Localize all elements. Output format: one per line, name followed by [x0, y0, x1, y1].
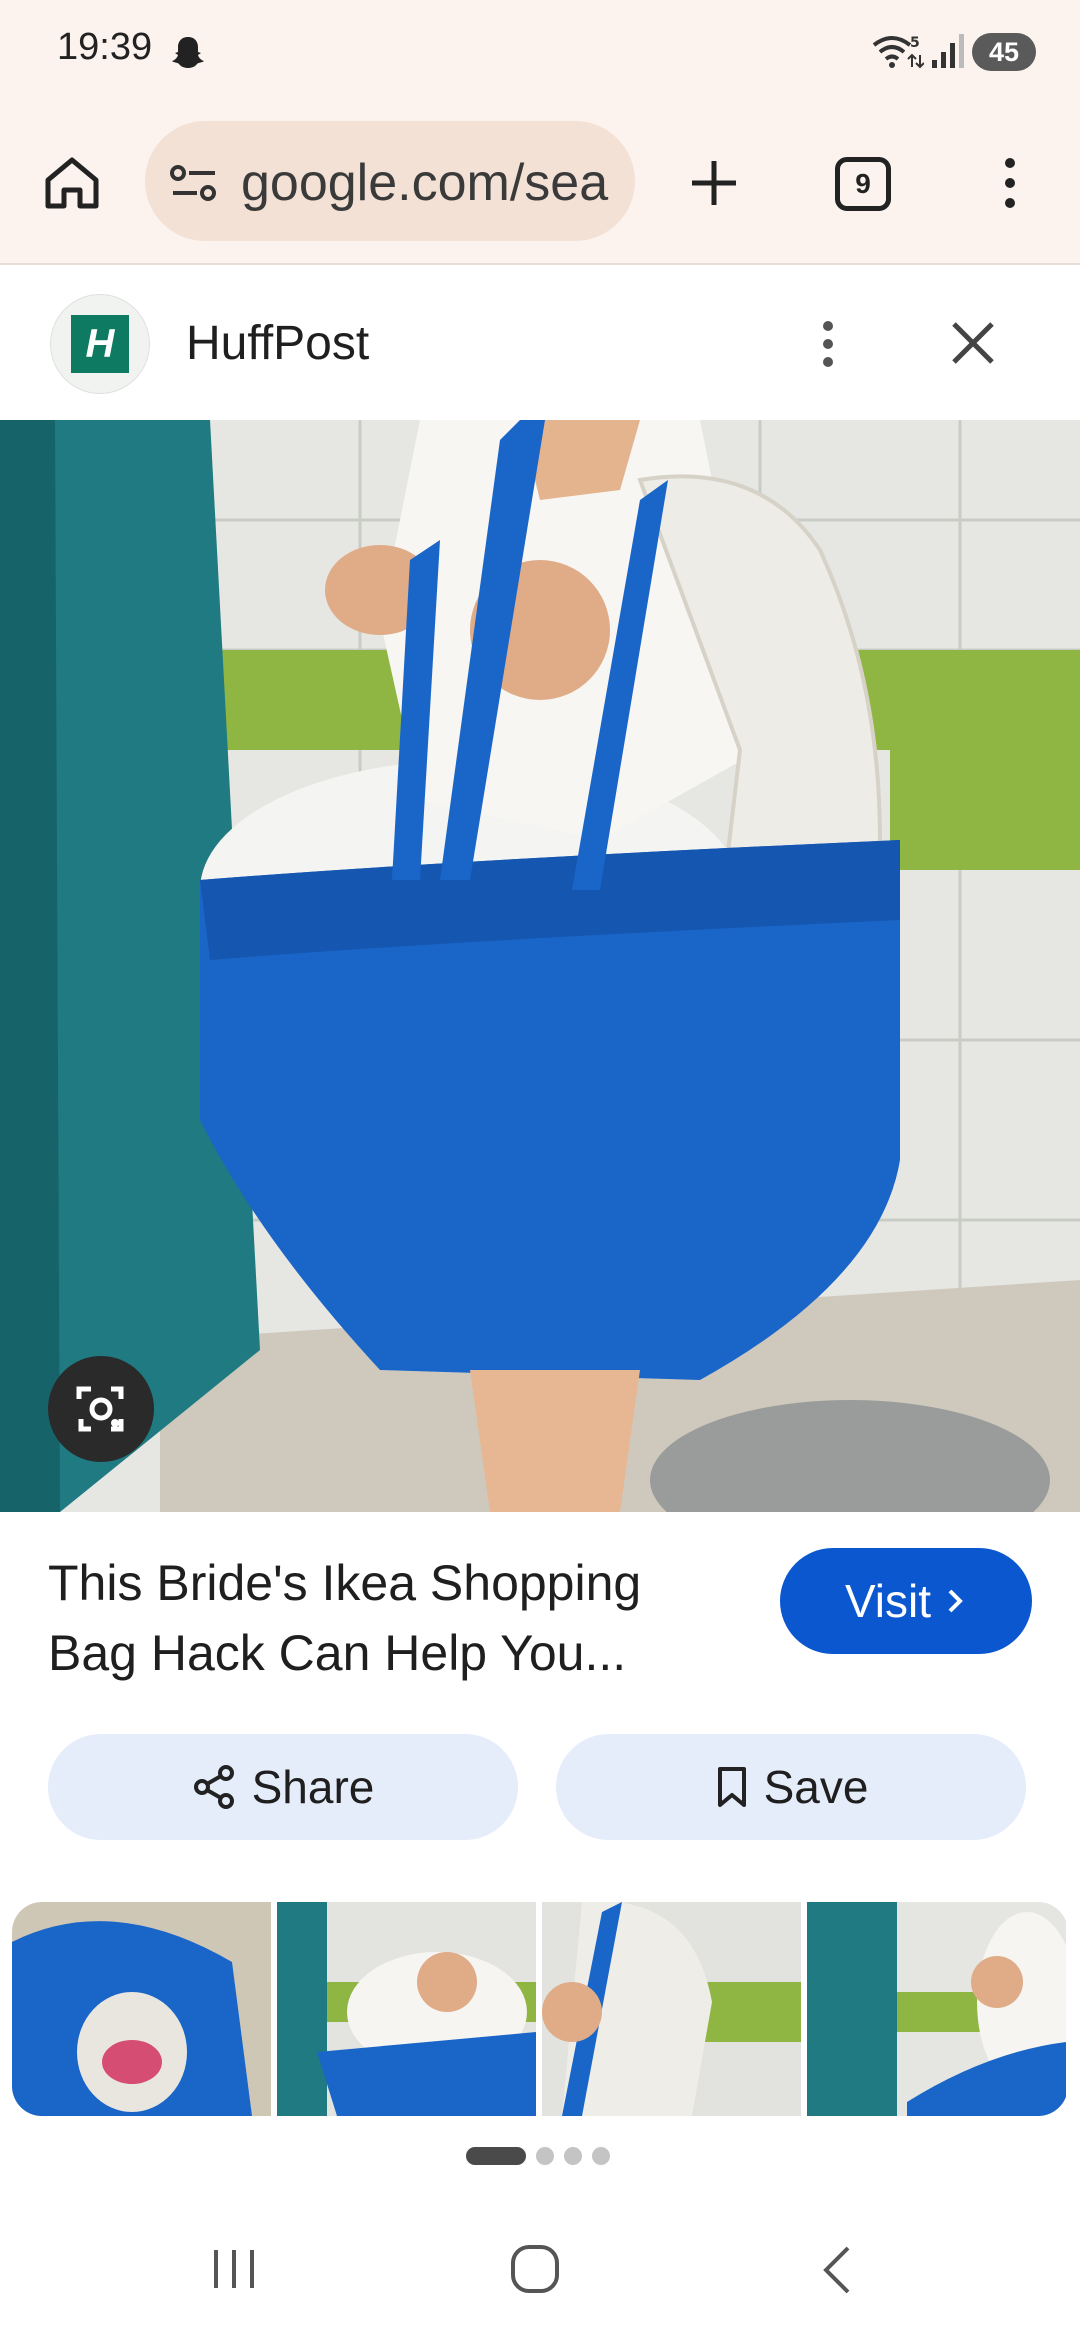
- share-button[interactable]: Share: [48, 1734, 518, 1840]
- visit-label: Visit: [844, 1575, 932, 1627]
- related-thumbnail[interactable]: [12, 1902, 271, 2116]
- chevron-right-icon: [948, 1589, 963, 1613]
- close-icon[interactable]: [942, 308, 1004, 380]
- home-icon[interactable]: [40, 150, 104, 214]
- source-header: H HuffPost: [0, 268, 1080, 420]
- visit-button[interactable]: Visit: [780, 1548, 1032, 1654]
- url-text[interactable]: google.com/sea: [241, 153, 608, 213]
- google-lens-button[interactable]: [48, 1356, 154, 1462]
- related-thumbnail[interactable]: [807, 1902, 1066, 2116]
- source-name[interactable]: HuffPost: [186, 316, 369, 371]
- share-label: Share: [251, 1761, 375, 1813]
- back-icon[interactable]: [818, 2242, 858, 2298]
- photo-illustration: [0, 420, 1080, 1512]
- home-nav-icon[interactable]: [508, 2242, 562, 2296]
- pager-dot[interactable]: [564, 2147, 582, 2165]
- source-logo-letter: H: [85, 321, 115, 366]
- system-nav-bar: [0, 2200, 1080, 2340]
- svg-text:5: 5: [910, 35, 920, 51]
- source-more-options-icon[interactable]: [808, 308, 848, 380]
- related-images-strip: [12, 1902, 1068, 2116]
- pager-dot-active[interactable]: [466, 2147, 526, 2165]
- url-bar[interactable]: google.com/sea: [145, 121, 635, 241]
- pager-dot[interactable]: [592, 2147, 610, 2165]
- browser-toolbar: google.com/sea 9: [0, 105, 1080, 265]
- share-icon: [193, 1765, 234, 1809]
- save-label: Save: [763, 1761, 869, 1813]
- status-bar: 19:39 5 45: [0, 0, 1080, 105]
- related-thumbnail[interactable]: [542, 1902, 801, 2116]
- pager-dot[interactable]: [536, 2147, 554, 2165]
- new-tab-icon[interactable]: [682, 151, 746, 215]
- battery-indicator: 45: [972, 33, 1036, 71]
- snapchat-ghost-icon: [172, 37, 204, 68]
- recents-icon[interactable]: [208, 2244, 260, 2294]
- result-title[interactable]: This Bride's Ikea Shopping Bag Hack Can …: [48, 1548, 738, 1688]
- source-logo[interactable]: H: [50, 294, 150, 394]
- related-thumbnail[interactable]: [277, 1902, 536, 2116]
- lens-icon: [76, 1386, 124, 1432]
- carousel-pager: [466, 2146, 610, 2166]
- main-result-image[interactable]: [0, 420, 1080, 1512]
- wifi-icon: 5: [872, 35, 924, 69]
- more-options-icon[interactable]: [990, 153, 1030, 213]
- signal-icon: [932, 34, 964, 68]
- bookmark-icon: [717, 1767, 746, 1807]
- site-info-icon[interactable]: [169, 163, 219, 203]
- tab-switcher-button[interactable]: 9: [835, 157, 891, 211]
- save-button[interactable]: Save: [556, 1734, 1026, 1840]
- status-time: 19:39: [57, 26, 153, 68]
